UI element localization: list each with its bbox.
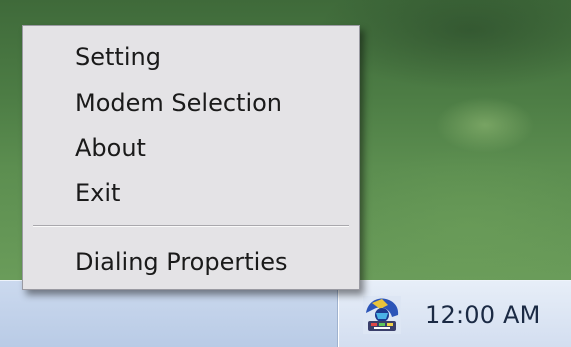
menu-item-about[interactable]: About <box>23 125 359 171</box>
menu-item-exit[interactable]: Exit <box>23 170 359 216</box>
dialer-app-icon[interactable] <box>362 295 402 335</box>
system-tray: 12:00 AM <box>338 281 571 347</box>
menu-item-dialing-properties[interactable]: Dialing Properties <box>23 239 359 285</box>
taskbar-button-area[interactable] <box>0 281 338 347</box>
menu-separator <box>33 225 349 227</box>
taskbar: 12:00 AM <box>0 280 571 347</box>
tray-context-menu: Setting Modem Selection About Exit Diali… <box>22 25 360 290</box>
clock[interactable]: 12:00 AM <box>425 301 541 329</box>
menu-item-modem-selection[interactable]: Modem Selection <box>23 80 359 126</box>
menu-item-setting[interactable]: Setting <box>23 34 359 80</box>
